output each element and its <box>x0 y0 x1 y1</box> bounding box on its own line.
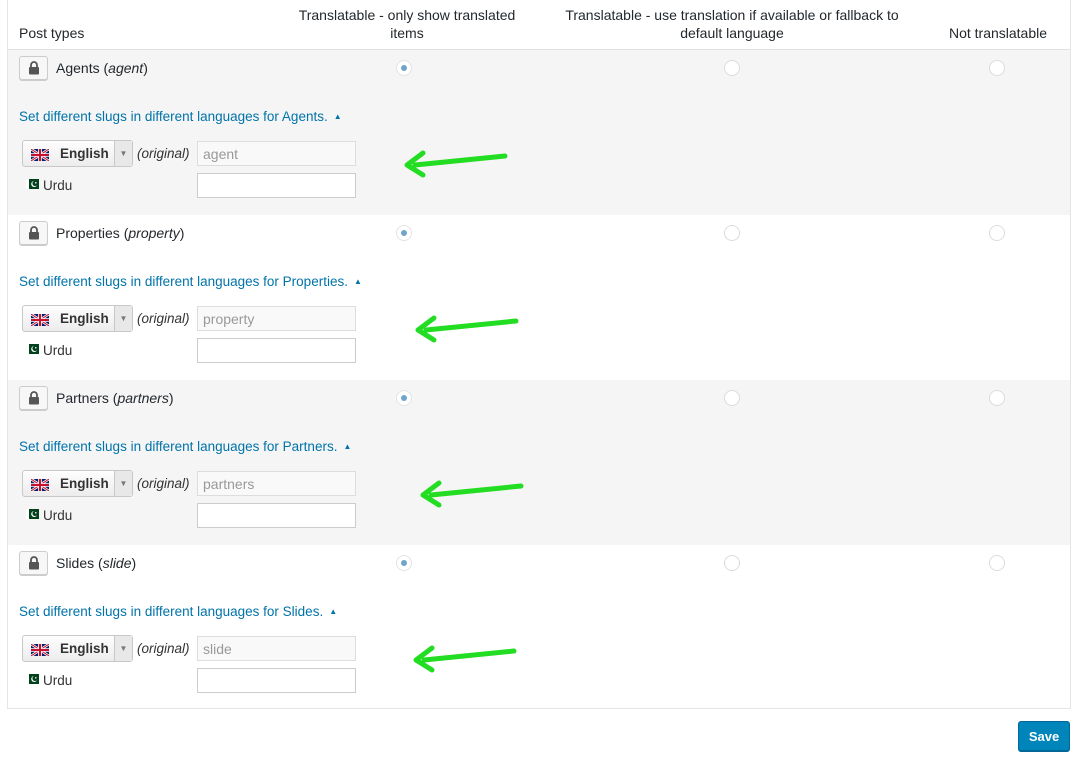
post-type-label: Agents (agent) <box>56 60 148 76</box>
post-type-row: Partners (partners) Set different slugs … <box>8 380 1070 545</box>
slug-toggle-text: Set different slugs in different languag… <box>19 109 328 124</box>
header-translatable-fallback: Translatable - use translation if availa… <box>565 7 899 41</box>
uk-flag-icon <box>31 314 49 326</box>
lock-icon <box>29 61 39 75</box>
dropdown-caret-icon: ▼ <box>114 636 132 661</box>
header-not-translatable: Not translatable <box>948 25 1048 41</box>
triangle-up-icon: ▲ <box>329 607 338 616</box>
green-arrow-icon <box>413 645 517 673</box>
language-select[interactable]: English ▼ <box>22 305 133 332</box>
secondary-slug-input[interactable] <box>197 173 356 198</box>
language-select[interactable]: English ▼ <box>22 140 133 167</box>
pakistan-flag-icon <box>26 179 39 189</box>
language-select[interactable]: English ▼ <box>22 470 133 497</box>
lock-button[interactable] <box>19 386 48 410</box>
radio-translatable-only[interactable] <box>396 555 412 571</box>
slug-toggle-link[interactable]: Set different slugs in different languag… <box>19 109 342 124</box>
lock-icon <box>29 556 39 570</box>
secondary-slug-input[interactable] <box>197 668 356 693</box>
green-arrow-icon <box>420 480 524 508</box>
green-arrow-icon <box>415 315 519 343</box>
lock-button[interactable] <box>19 551 48 575</box>
green-arrow-icon <box>404 150 508 178</box>
triangle-up-icon: ▲ <box>343 442 352 451</box>
header-post-types: Post types <box>19 25 85 41</box>
radio-not-translatable[interactable] <box>989 60 1005 76</box>
original-slug-input[interactable] <box>197 636 356 661</box>
original-label: (original) <box>137 146 190 161</box>
original-label: (original) <box>137 476 190 491</box>
uk-flag-icon <box>31 149 49 161</box>
post-type-row: Agents (agent) Set different slugs in di… <box>8 50 1070 215</box>
slug-toggle-text: Set different slugs in different languag… <box>19 274 348 289</box>
slug-toggle-link[interactable]: Set different slugs in different languag… <box>19 274 362 289</box>
dropdown-caret-icon: ▼ <box>114 306 132 331</box>
original-slug-input[interactable] <box>197 306 356 331</box>
original-slug-input[interactable] <box>197 141 356 166</box>
secondary-slug-input[interactable] <box>197 338 356 363</box>
radio-translatable-only[interactable] <box>396 390 412 406</box>
post-type-name: Slides <box>56 555 95 571</box>
pakistan-flag-icon <box>26 509 39 519</box>
radio-translatable-only[interactable] <box>396 225 412 241</box>
post-type-slug: slide <box>102 555 132 571</box>
slug-toggle-text: Set different slugs in different languag… <box>19 604 324 619</box>
radio-translatable-fallback[interactable] <box>724 390 740 406</box>
triangle-up-icon: ▲ <box>353 277 362 286</box>
secondary-language-label: Urdu <box>43 343 73 358</box>
radio-translatable-only[interactable] <box>396 60 412 76</box>
post-type-row: Properties (property) Set different slug… <box>8 215 1070 380</box>
save-button[interactable]: Save <box>1018 721 1070 751</box>
secondary-language-label: Urdu <box>43 178 73 193</box>
post-types-table: Post types Translatable - only show tran… <box>7 0 1071 709</box>
lock-button[interactable] <box>19 221 48 245</box>
post-type-slug: partners <box>117 390 169 406</box>
language-select-value: English <box>60 476 109 491</box>
language-select-value: English <box>60 311 109 326</box>
dropdown-caret-icon: ▼ <box>114 141 132 166</box>
uk-flag-icon <box>31 479 49 491</box>
slug-toggle-link[interactable]: Set different slugs in different languag… <box>19 439 351 454</box>
post-type-name: Agents <box>56 60 100 76</box>
dropdown-caret-icon: ▼ <box>114 471 132 496</box>
language-select-value: English <box>60 641 109 656</box>
language-select-value: English <box>60 146 109 161</box>
triangle-up-icon: ▲ <box>333 112 342 121</box>
radio-not-translatable[interactable] <box>989 390 1005 406</box>
table-header: Post types Translatable - only show tran… <box>8 0 1070 50</box>
post-type-slug: property <box>128 225 180 241</box>
slug-toggle-link[interactable]: Set different slugs in different languag… <box>19 604 337 619</box>
language-select[interactable]: English ▼ <box>22 635 133 662</box>
slug-toggle-text: Set different slugs in different languag… <box>19 439 338 454</box>
header-translatable-only: Translatable - only show translated item… <box>298 7 516 41</box>
radio-translatable-fallback[interactable] <box>724 60 740 76</box>
post-type-label: Properties (property) <box>56 225 185 241</box>
lock-button[interactable] <box>19 56 48 80</box>
radio-not-translatable[interactable] <box>989 555 1005 571</box>
post-type-name: Properties <box>56 225 120 241</box>
original-label: (original) <box>137 311 190 326</box>
secondary-slug-input[interactable] <box>197 503 356 528</box>
secondary-language-label: Urdu <box>43 673 73 688</box>
post-type-label: Slides (slide) <box>56 555 137 571</box>
pakistan-flag-icon <box>26 344 39 354</box>
post-type-name: Partners <box>56 390 109 406</box>
post-type-label: Partners (partners) <box>56 390 174 406</box>
original-label: (original) <box>137 641 190 656</box>
lock-icon <box>29 391 39 405</box>
pakistan-flag-icon <box>26 674 39 684</box>
post-type-row: Slides (slide) Set different slugs in di… <box>8 545 1070 710</box>
lock-icon <box>29 226 39 240</box>
radio-translatable-fallback[interactable] <box>724 225 740 241</box>
secondary-language-label: Urdu <box>43 508 73 523</box>
original-slug-input[interactable] <box>197 471 356 496</box>
radio-translatable-fallback[interactable] <box>724 555 740 571</box>
post-type-slug: agent <box>108 60 144 76</box>
uk-flag-icon <box>31 644 49 656</box>
radio-not-translatable[interactable] <box>989 225 1005 241</box>
